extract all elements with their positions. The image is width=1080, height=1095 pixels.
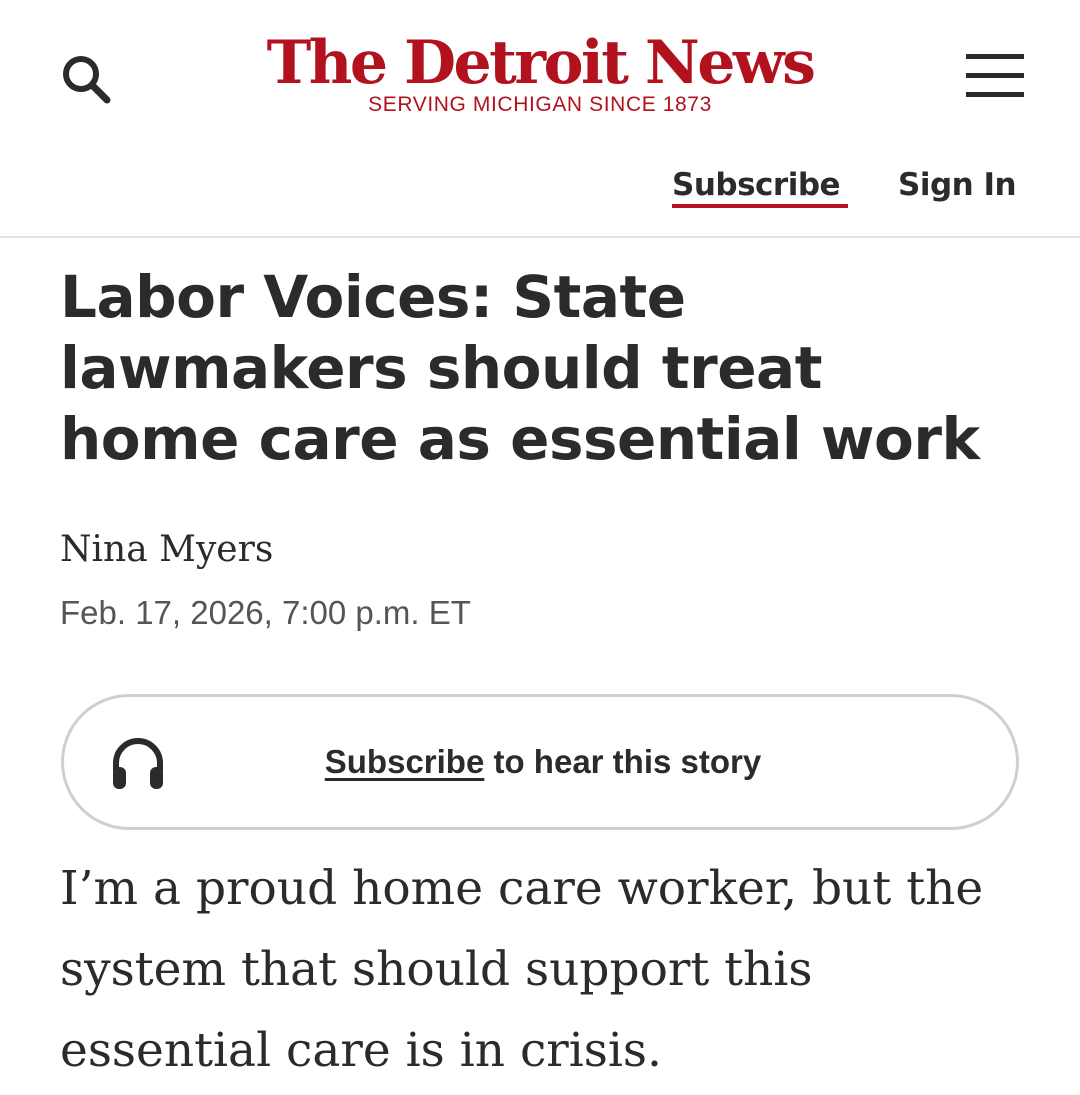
site-header: The Detroit News SERVING MICHIGAN SINCE …	[0, 0, 1080, 238]
publish-date: Feb. 17, 2026, 7:00 p.m. ET	[60, 594, 471, 631]
subscribe-link[interactable]: Subscribe	[672, 164, 841, 206]
listen-to-story-label: Subscribe to hear this story	[64, 697, 1022, 827]
author-byline[interactable]: Nina Myers	[60, 526, 273, 574]
logo-title: The Detroit News	[266, 28, 816, 98]
audio-subscribe-link[interactable]: Subscribe	[325, 743, 485, 780]
sign-in-link[interactable]: Sign In	[898, 164, 1017, 206]
article-paragraph: I’m a proud home care worker, but the sy…	[60, 861, 984, 1078]
site-logo[interactable]: The Detroit News SERVING MICHIGAN SINCE …	[0, 30, 1080, 116]
subscribe-underline	[672, 204, 848, 208]
audio-label-suffix: to hear this story	[484, 743, 762, 780]
logo-tagline: SERVING MICHIGAN SINCE 1873	[368, 93, 712, 116]
article-headline: Labor Voices: State lawmakers should tre…	[60, 263, 980, 473]
menu-button[interactable]	[966, 54, 1024, 98]
hamburger-menu-icon	[966, 92, 1024, 97]
listen-to-story-button[interactable]: Subscribe to hear this story	[61, 694, 1019, 830]
hamburger-menu-icon	[966, 73, 1024, 78]
hamburger-menu-icon	[966, 54, 1024, 59]
